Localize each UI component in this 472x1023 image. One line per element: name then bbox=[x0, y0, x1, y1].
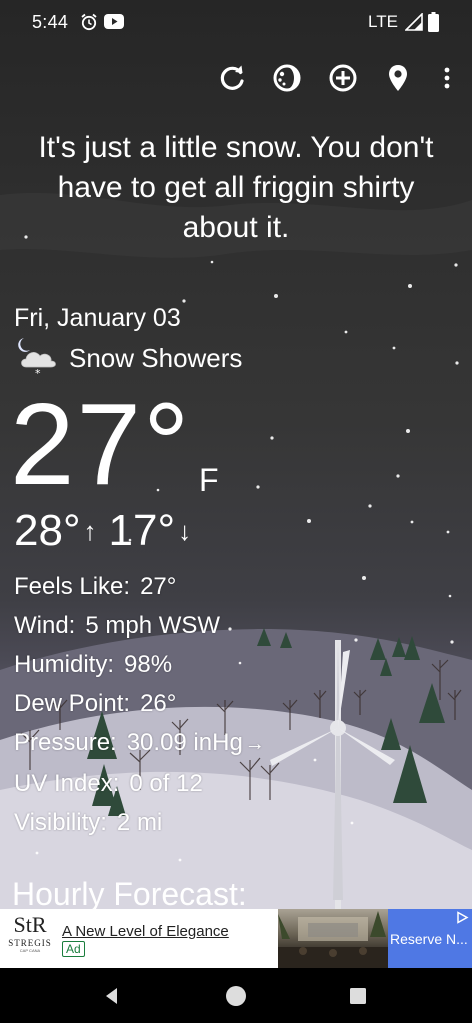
nav-back-button[interactable] bbox=[96, 980, 128, 1012]
add-location-icon bbox=[329, 64, 357, 92]
nav-home-button[interactable] bbox=[220, 980, 252, 1012]
condition-text: Snow Showers bbox=[69, 343, 243, 373]
dew-point-value: 26° bbox=[140, 690, 177, 717]
uv-index-row: UV Index: 0 of 12 bbox=[14, 764, 265, 803]
pressure-label: Pressure: bbox=[14, 729, 117, 756]
pressure-trend: → bbox=[244, 733, 265, 755]
snow-showers-night-icon: * bbox=[18, 338, 56, 380]
wind-label: Wind: bbox=[14, 612, 76, 639]
feels-like-label: Feels Like: bbox=[14, 573, 131, 600]
ad-logo-monogram: StR bbox=[13, 912, 47, 937]
dew-point-row: Dew Point: 26° bbox=[14, 684, 265, 723]
ad-photo[interactable] bbox=[278, 909, 388, 968]
visibility-row: Visibility: 2 mi bbox=[14, 803, 265, 842]
low-temp: 17° bbox=[108, 506, 176, 555]
ad-badge: Ad bbox=[62, 941, 85, 957]
status-time: 5:44 bbox=[32, 12, 69, 32]
wind-row: Wind: 5 mph WSW bbox=[14, 606, 265, 645]
theme-button[interactable] bbox=[265, 54, 309, 102]
high-temp: 28° bbox=[14, 506, 81, 555]
back-icon bbox=[106, 988, 117, 1004]
feels-like-value: 27° bbox=[140, 573, 177, 600]
humidity-row: Humidity: 98% bbox=[14, 645, 265, 684]
wind-value: 5 mph WSW bbox=[85, 612, 221, 639]
dew-point-label: Dew Point: bbox=[14, 690, 131, 717]
ad-logo-brand: STREGIS bbox=[8, 938, 52, 948]
weather-details: Feels Like: 27° Wind: 5 mph WSW Humidity: 9… bbox=[14, 567, 265, 842]
navigation-bar bbox=[0, 968, 472, 1023]
forecast-date: Fri, January 03 bbox=[14, 304, 181, 332]
current-temperature: 27° bbox=[10, 379, 192, 509]
alarm-icon bbox=[81, 13, 97, 31]
humidity-value: 98% bbox=[124, 651, 173, 678]
temperature-unit: F bbox=[199, 462, 219, 498]
location-button[interactable] bbox=[376, 54, 420, 102]
youtube-icon bbox=[104, 14, 124, 29]
ad-logo-sub: CAP CANA bbox=[19, 948, 41, 953]
uv-index-value: 0 of 12 bbox=[129, 770, 203, 797]
add-location-button[interactable] bbox=[321, 54, 365, 102]
visibility-value: 2 mi bbox=[116, 809, 163, 836]
feels-like-row: Feels Like: 27° bbox=[14, 567, 265, 606]
weather-app: 5:44 LTE It's just a little snow. You do… bbox=[0, 0, 472, 1023]
uv-index-label: UV Index: bbox=[14, 770, 120, 797]
hourly-forecast-heading: Hourly Forecast: bbox=[12, 876, 247, 912]
recents-icon bbox=[350, 988, 366, 1004]
ad-banner[interactable]: StR STREGIS CAP CANA A New Level of Eleg… bbox=[0, 909, 472, 968]
humidity-label: Humidity: bbox=[14, 651, 115, 678]
toolbar bbox=[0, 54, 472, 106]
network-type: LTE bbox=[368, 12, 398, 31]
more-options-button[interactable] bbox=[425, 54, 469, 102]
visibility-label: Visibility: bbox=[14, 809, 107, 836]
high-arrow: ↑ bbox=[83, 516, 97, 546]
pressure-row: Pressure: 30.09 inHg → bbox=[14, 723, 265, 764]
high-low-temps: 28° ↑ 17° ↓ bbox=[14, 505, 203, 557]
home-icon bbox=[226, 986, 246, 1006]
signal-icon bbox=[405, 13, 423, 31]
location-pin-icon bbox=[389, 65, 407, 91]
theme-icon bbox=[273, 64, 301, 92]
refresh-icon bbox=[220, 65, 244, 90]
battery-icon bbox=[428, 12, 439, 32]
pressure-value: 30.09 inHg bbox=[126, 729, 243, 756]
status-bar: 5:44 LTE bbox=[0, 0, 472, 46]
nav-recents-button[interactable] bbox=[342, 980, 374, 1012]
more-options-icon bbox=[444, 67, 450, 89]
weather-quote: It's just a little snow. You don't have … bbox=[38, 131, 434, 244]
refresh-button[interactable] bbox=[210, 54, 254, 102]
ad-title[interactable]: A New Level of Elegance bbox=[62, 923, 229, 940]
ad-photo-graphic bbox=[278, 911, 388, 968]
ad-logo: StR STREGIS CAP CANA bbox=[4, 912, 56, 966]
adchoices-icon[interactable] bbox=[456, 911, 469, 924]
low-arrow: ↓ bbox=[178, 516, 192, 546]
